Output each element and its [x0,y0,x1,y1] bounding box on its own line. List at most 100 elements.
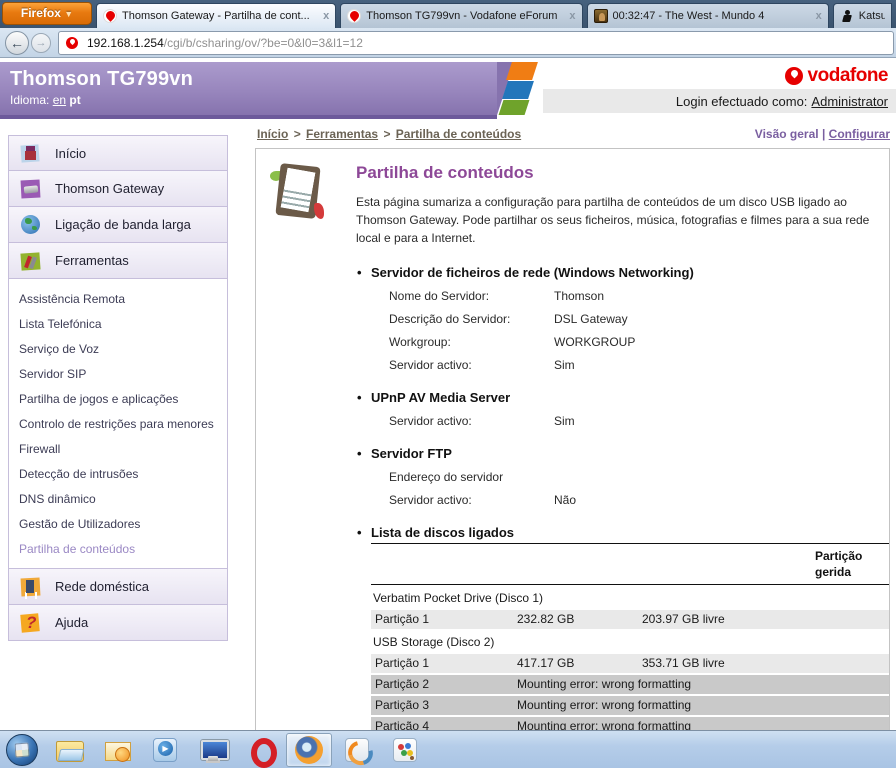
field-label: Servidor activo: [389,493,554,507]
bullet-icon: • [357,446,371,461]
content-sharing-icon [270,163,328,221]
sidebar-item-rede-domestica[interactable]: Rede doméstica [8,569,228,605]
taskbar-opera-button[interactable] [238,733,284,767]
sidebar-item-thomson-gateway[interactable]: Thomson Gateway [8,171,228,207]
field-value: Sim [554,358,575,372]
breadcrumb-partilha[interactable]: Partilha de conteúdos [396,127,521,141]
sidebar-sub-lista-telefonica[interactable]: Lista Telefónica [19,312,227,337]
sidebar-sub-firewall[interactable]: Firewall [19,437,227,462]
field-label: Servidor activo: [389,414,554,428]
header-brand-panel: Thomson TG799vn Idioma: en pt [0,62,497,119]
url-host: 192.168.1.254 [87,36,164,50]
url-bar[interactable]: 192.168.1.254/cgi/b/csharing/ov/?be=0&l0… [58,31,894,55]
breadcrumb-ferramentas[interactable]: Ferramentas [306,127,378,141]
partition-error-row: Partição 3Mounting error: wrong formatti… [371,696,889,715]
game-favicon-icon [594,9,608,23]
firefox-icon [295,736,323,764]
tab-title: Thomson Gateway - Partilha de cont... [122,10,317,22]
vodafone-mark-icon [784,66,804,86]
field-value: DSL Gateway [554,312,628,326]
outlook-icon [103,736,131,764]
breadcrumb-inicio[interactable]: Início [257,127,288,141]
remote-desktop-icon [199,736,227,764]
field-value: Thomson [554,289,604,303]
table-header: Partição gerida [371,544,889,585]
view-overview-current: Visão geral [755,127,819,141]
tab-close-icon[interactable]: x [816,10,822,22]
managed-partition-column: Partição gerida [815,549,885,580]
partition-row[interactable]: Partição 1232.82 GB203.97 GB livre [371,610,889,629]
start-button[interactable] [6,734,38,766]
site-header: Thomson TG799vn Idioma: en pt vodafone L… [0,62,896,119]
sidebar-item-banda-larga[interactable]: Ligação de banda larga [8,207,228,243]
bullet-icon: • [357,265,371,280]
partition-size: 232.82 GB [517,612,642,626]
sidebar-item-label: Thomson Gateway [55,181,164,196]
gateway-icon [19,177,43,201]
partition-name: Partição 4 [375,719,517,730]
firefox-menu-button[interactable]: Firefox ▼ [2,2,92,25]
sidebar-sub-controlo-restricoes[interactable]: Controlo de restrições para menores [19,412,227,437]
sidebar-item-ferramentas[interactable]: Ferramentas [8,243,228,279]
taskbar-paint-button[interactable] [382,733,428,767]
sidebar-item-label: Início [55,146,86,161]
sidebar-sub-servico-de-voz[interactable]: Serviço de Voz [19,337,227,362]
view-divider: | [822,127,825,141]
tabs: Thomson Gateway - Partilha de cont... x … [96,3,896,28]
field-value: Não [554,493,576,507]
connected-disks-table: •Lista de discos ligados Partição gerida… [371,525,889,730]
sidebar-item-label: Rede doméstica [55,579,149,594]
tab-close-icon[interactable]: x [323,10,329,22]
partition-name: Partição 3 [375,698,517,712]
media-player-icon [151,736,179,764]
tab-the-west[interactable]: 00:32:47 - The West - Mundo 4 x [587,3,829,28]
login-status: Login efectuado como: Administrator [543,89,896,113]
sidebar-item-ajuda[interactable]: Ajuda [8,605,228,641]
main-content: Início > Ferramentas > Partilha de conte… [255,127,890,730]
sidebar-sub-assistencia-remota[interactable]: Assistência Remota [19,287,227,312]
field-label: Endereço do servidor [389,470,554,484]
taskbar-firefox-button[interactable] [286,733,332,767]
disk-group-row: Verbatim Pocket Drive (Disco 1) [371,589,889,608]
partition-row[interactable]: Partição 1417.17 GB353.71 GB livre [371,654,889,673]
taskbar-explorer-button[interactable] [46,733,92,767]
language-en-link[interactable]: en [53,93,66,107]
table-heading: Lista de discos ligados [371,525,514,540]
sidebar-sub-partilha-jogos[interactable]: Partilha de jogos e aplicações [19,387,227,412]
sidebar-sub-dns-dinamico[interactable]: DNS dinâmico [19,487,227,512]
partition-error: Mounting error: wrong formatting [517,677,889,691]
tab-eforum[interactable]: Thomson TG799vn - Vodafone eForum x [340,3,582,28]
section-ftp: •Servidor FTP Endereço do servidor Servi… [371,446,889,507]
forward-button[interactable]: → [31,33,51,53]
tab-katsu[interactable]: Katsu [833,3,892,28]
home-icon [19,141,43,165]
language-pt-current: pt [69,93,80,107]
taskbar-remote-desktop-button[interactable] [190,733,236,767]
sidebar-sub-partilha-conteudos-current[interactable]: Partilha de conteúdos [19,537,227,562]
language-switcher: Idioma: en pt [10,93,497,107]
vodafone-favicon-icon [347,9,361,23]
partition-error: Mounting error: wrong formatting [517,719,889,730]
taskbar-media-player-button[interactable] [142,733,188,767]
administrator-link[interactable]: Administrator [811,94,888,109]
back-button[interactable]: ← [5,31,29,55]
vodafone-favicon-icon [103,9,117,23]
sidebar-sub-servidor-sip[interactable]: Servidor SIP [19,362,227,387]
tab-title: Thomson TG799vn - Vodafone eForum [366,10,563,22]
taskbar [0,730,896,768]
sidebar-sub-deteccao-intrusoes[interactable]: Detecção de intrusões [19,462,227,487]
sidebar-item-inicio[interactable]: Início [8,135,228,171]
paint-icon [391,736,419,764]
sidebar-sub-gestao-utilizadores[interactable]: Gestão de Utilizadores [19,512,227,537]
toolbox-icon [19,249,43,273]
tab-close-icon[interactable]: x [569,10,575,22]
partition-size: 417.17 GB [517,656,642,670]
swoosh-app-icon [343,736,371,764]
field-label: Descrição do Servidor: [389,312,554,326]
bullet-icon: • [357,525,371,540]
view-configure-link[interactable]: Configurar [829,127,890,141]
taskbar-outlook-button[interactable] [94,733,140,767]
tab-gateway[interactable]: Thomson Gateway - Partilha de cont... x [96,3,336,28]
taskbar-app-button[interactable] [334,733,380,767]
sidebar-item-label: Ligação de banda larga [55,217,191,232]
